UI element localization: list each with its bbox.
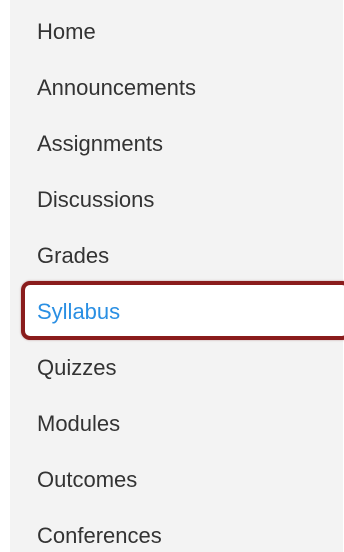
nav-link-conferences[interactable]: Conferences (37, 516, 162, 552)
nav-link-quizzes[interactable]: Quizzes (37, 348, 116, 388)
nav-item-syllabus[interactable]: Syllabus (10, 281, 344, 340)
nav-link-grades[interactable]: Grades (37, 236, 109, 276)
nav-link-discussions[interactable]: Discussions (37, 180, 154, 220)
nav-link-syllabus[interactable]: Syllabus (37, 292, 120, 332)
course-navigation-menu: Home Announcements Assignments Discussio… (10, 0, 344, 552)
nav-link-outcomes[interactable]: Outcomes (37, 460, 137, 500)
nav-item-quizzes[interactable]: Quizzes (10, 348, 344, 388)
nav-item-announcements[interactable]: Announcements (10, 68, 344, 108)
nav-item-assignments[interactable]: Assignments (10, 124, 344, 164)
nav-item-modules[interactable]: Modules (10, 404, 344, 444)
course-navigation-screenshot: Home Announcements Assignments Discussio… (0, 0, 344, 552)
nav-item-conferences[interactable]: Conferences (10, 516, 344, 552)
nav-link-home[interactable]: Home (37, 12, 96, 52)
nav-item-outcomes[interactable]: Outcomes (10, 460, 344, 500)
nav-item-home[interactable]: Home (10, 12, 344, 52)
nav-link-assignments[interactable]: Assignments (37, 124, 163, 164)
nav-item-grades[interactable]: Grades (10, 236, 344, 276)
nav-link-modules[interactable]: Modules (37, 404, 120, 444)
nav-item-discussions[interactable]: Discussions (10, 180, 344, 220)
nav-link-announcements[interactable]: Announcements (37, 68, 196, 108)
